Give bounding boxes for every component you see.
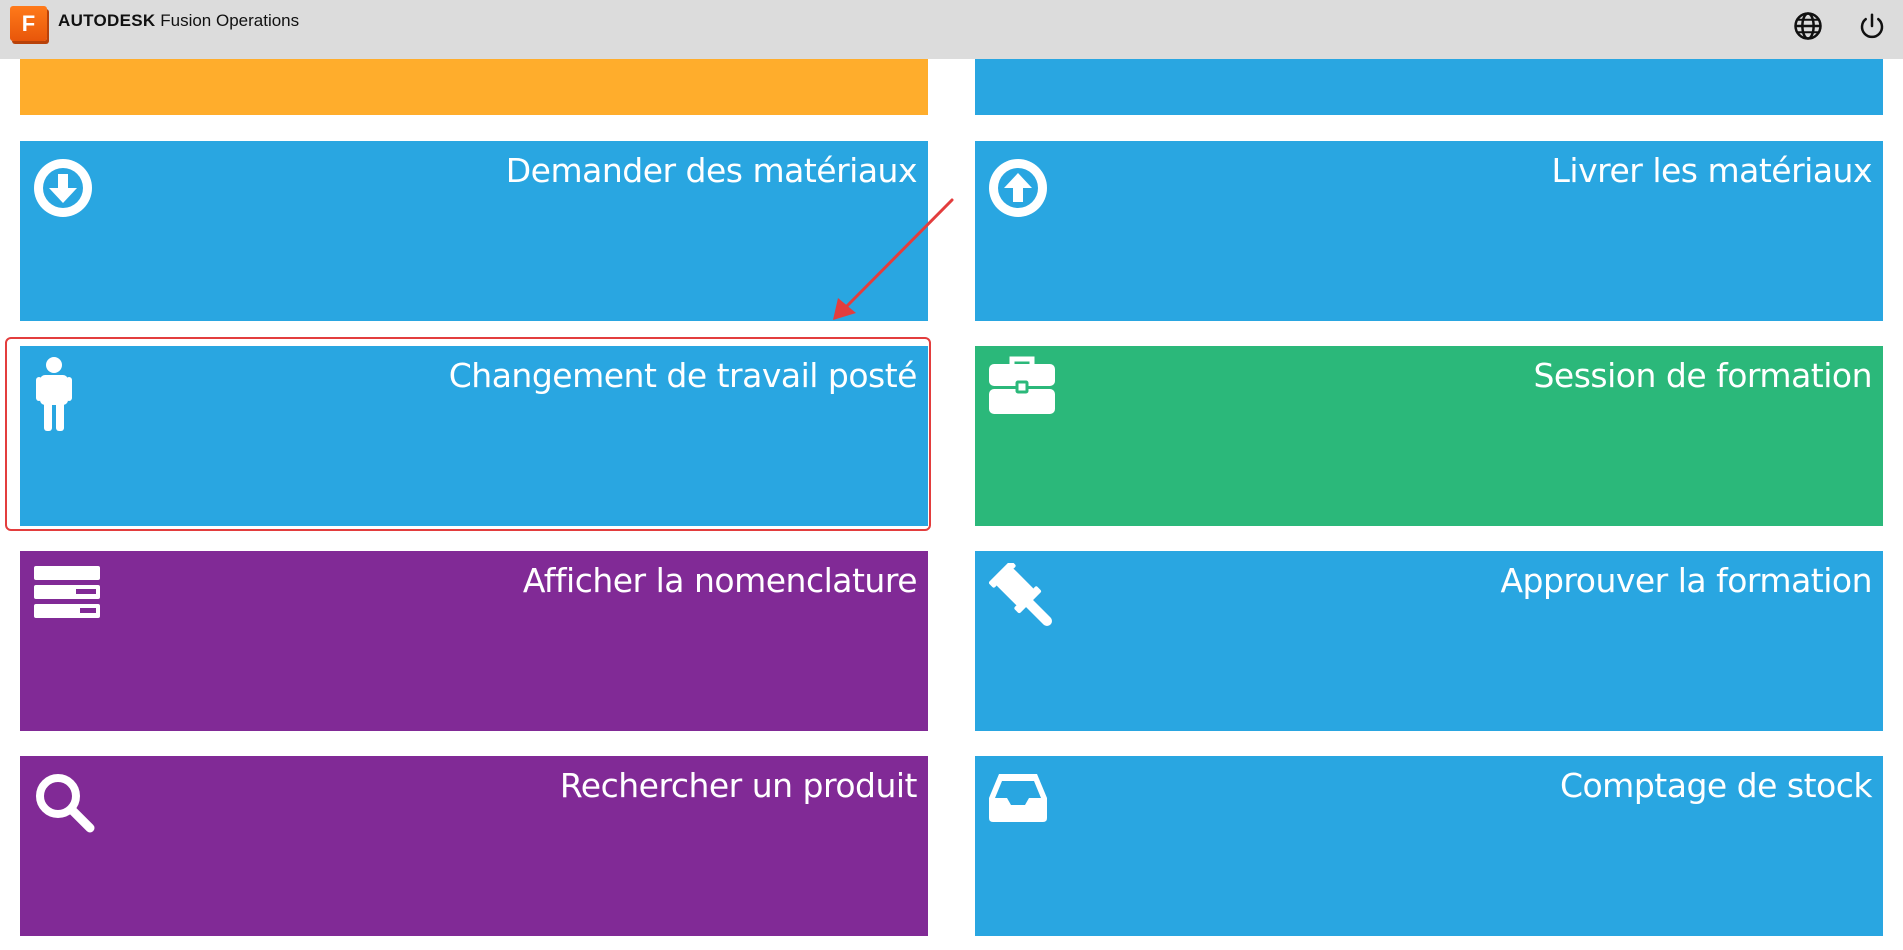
power-icon[interactable] [1857, 11, 1887, 41]
app-title: AUTODESK Fusion Operations [58, 11, 299, 31]
tile-label: Demander des matériaux [505, 151, 918, 190]
tile-partial-right[interactable] [975, 59, 1883, 115]
tile-afficher-nomenclature[interactable]: Afficher la nomenclature [20, 551, 928, 731]
briefcase-icon [989, 356, 1055, 414]
tile-label: Afficher la nomenclature [522, 561, 918, 600]
brand-autodesk: AUTODESK [58, 11, 156, 30]
tile-session-formation[interactable]: Session de formation [975, 346, 1883, 526]
tile-comptage-stock[interactable]: Comptage de stock [975, 756, 1883, 936]
tile-rechercher-produit[interactable]: Rechercher un produit [20, 756, 928, 936]
tile-approuver-formation[interactable]: Approuver la formation [975, 551, 1883, 731]
tile-label: Approuver la formation [1500, 561, 1872, 600]
search-icon [36, 774, 95, 833]
inbox-icon [989, 774, 1047, 822]
arrow-down-circle-icon [34, 159, 92, 217]
tile-demander-materiaux[interactable]: Demander des matériaux [20, 141, 928, 321]
tile-livrer-materiaux[interactable]: Livrer les matériaux [975, 141, 1883, 321]
app-logo[interactable]: F [10, 6, 47, 41]
tile-label: Livrer les matériaux [1551, 151, 1873, 190]
tile-label: Session de formation [1533, 356, 1872, 395]
top-bar: F AUTODESK Fusion Operations [0, 0, 1903, 59]
list-icon [34, 566, 100, 618]
annotation-highlight-box [5, 337, 931, 531]
tile-label: Rechercher un produit [559, 766, 918, 805]
brand-product: Fusion Operations [160, 11, 300, 30]
tile-partial-left[interactable] [20, 59, 928, 115]
gavel-icon [989, 563, 1052, 626]
arrow-up-circle-icon [989, 159, 1047, 217]
tile-label: Comptage de stock [1559, 766, 1873, 805]
globe-icon[interactable] [1793, 11, 1823, 41]
